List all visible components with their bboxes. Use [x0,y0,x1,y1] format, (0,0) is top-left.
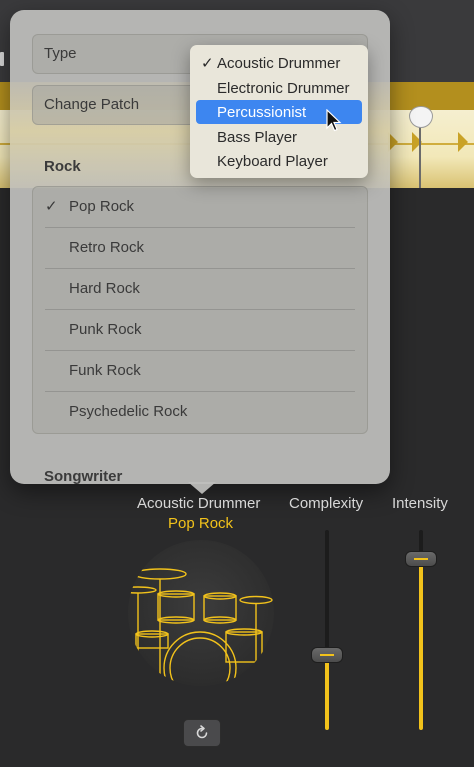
style-item-punk-rock[interactable]: Punk Rock [33,310,367,351]
slider-thumb-tick [414,558,428,560]
style-item-funk-rock[interactable]: Funk Rock [33,351,367,392]
checkmark-icon: ✓ [45,198,58,215]
drum-kit-icon [128,568,273,686]
style-list: ✓ Pop Rock Retro Rock Hard Rock Punk Roc… [32,186,368,434]
menu-item-label: Percussionist [217,104,307,121]
style-item-hard-rock[interactable]: Hard Rock [33,269,367,310]
menu-item-label: Keyboard Player [217,153,328,170]
beat-marker [458,132,468,152]
style-label: Psychedelic Rock [69,403,188,420]
menu-item-label: Bass Player [217,129,298,146]
drummer-style-label[interactable]: Pop Rock [168,515,233,532]
complexity-slider-fill [325,654,329,730]
mouse-pointer-icon [326,109,342,132]
slider-thumb-tick [320,654,334,656]
menu-item-keyboard-player[interactable]: Keyboard Player [196,149,362,173]
complexity-label: Complexity [289,495,364,512]
refresh-button[interactable] [183,719,221,747]
style-label: Funk Rock [69,362,141,379]
intensity-slider-thumb[interactable] [405,551,437,567]
style-item-pop-rock[interactable]: ✓ Pop Rock [33,187,367,228]
style-item-psychedelic-rock[interactable]: Psychedelic Rock [33,392,367,433]
tab-edge [0,52,4,66]
menu-item-acoustic-drummer[interactable]: ✓ Acoustic Drummer [196,51,362,75]
style-label: Punk Rock [69,321,142,338]
menu-item-label: Electronic Drummer [217,80,350,97]
intensity-label: Intensity [392,495,448,512]
checkmark-icon: ✓ [201,55,214,72]
style-label: Hard Rock [69,280,140,297]
drum-kit-image[interactable] [128,540,274,686]
change-patch-label: Change Patch [44,96,140,113]
popover-arrow [188,482,216,494]
refresh-icon [196,725,208,739]
drummer-library-popover: Type Change Patch Rock ✓ Pop Rock Retro … [10,10,390,484]
menu-item-label: Acoustic Drummer [217,55,341,72]
menu-item-electronic-drummer[interactable]: Electronic Drummer [196,76,362,100]
style-label: Retro Rock [69,239,145,256]
complexity-slider-thumb[interactable] [311,647,343,663]
section-title-songwriter: Songwriter [44,468,123,484]
type-label: Type [44,45,77,62]
style-item-retro-rock[interactable]: Retro Rock [33,228,367,269]
intensity-slider-fill [419,558,423,730]
section-title-rock: Rock [44,158,81,175]
drummer-type-label: Acoustic Drummer [137,495,261,512]
style-label: Pop Rock [69,198,135,215]
